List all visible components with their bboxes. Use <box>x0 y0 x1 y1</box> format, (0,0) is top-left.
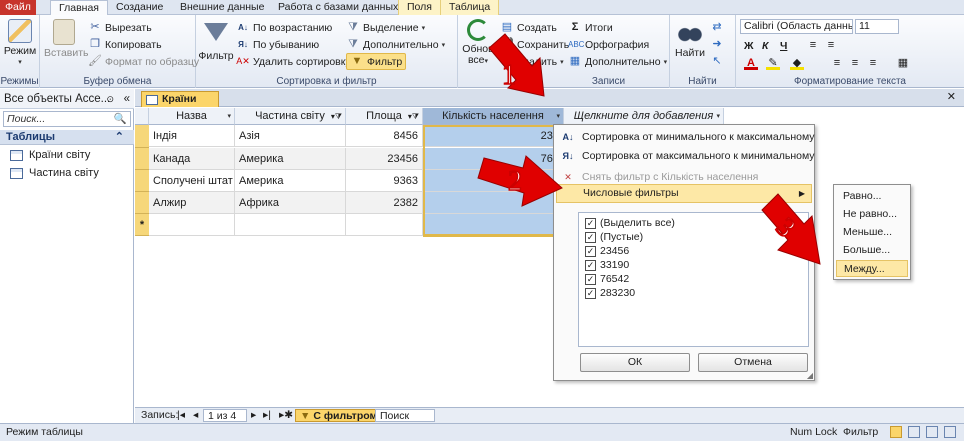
annotation-1: 1 <box>501 59 517 92</box>
annotation-arrows <box>477 33 821 265</box>
annotation-2: 2 <box>507 165 523 198</box>
arrow-1 <box>488 33 545 97</box>
